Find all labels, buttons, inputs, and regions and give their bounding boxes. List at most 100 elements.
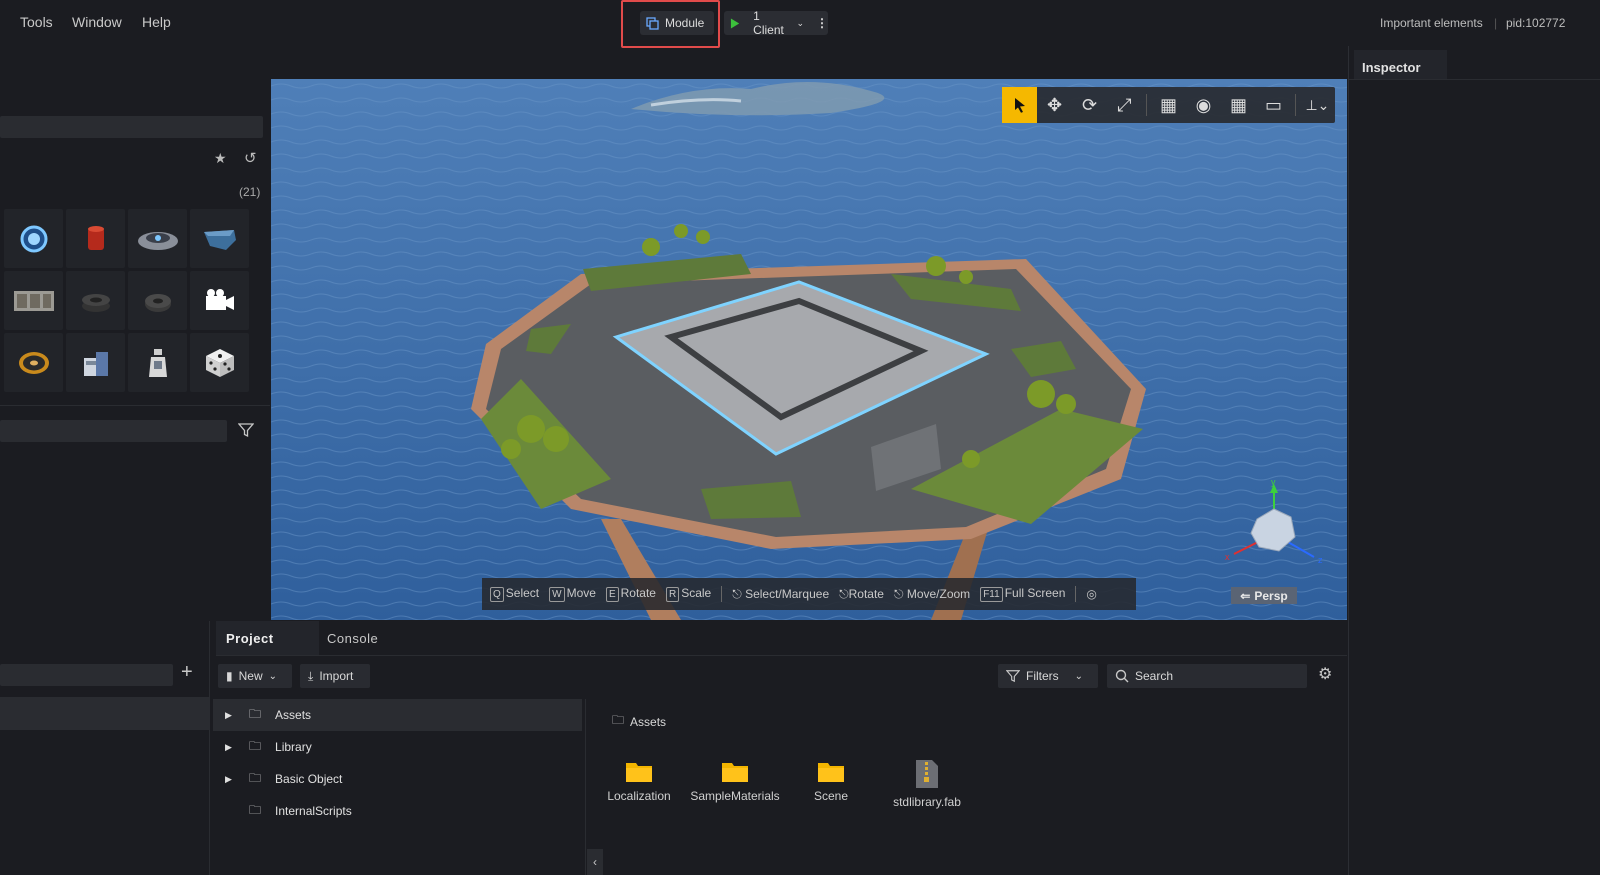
chevron-down-icon: ⌄: [1074, 670, 1084, 682]
tree-row-assets[interactable]: ▶ 🗀 Assets: [213, 699, 582, 731]
more-options-icon[interactable]: ⋮: [816, 16, 828, 30]
object-count: (21): [239, 185, 261, 199]
client-label: 1 Client: [753, 9, 784, 37]
menu-window[interactable]: Window: [72, 14, 122, 30]
menu-help[interactable]: Help: [142, 14, 171, 30]
shortcut-hint-bar: Q Select W Move E Rotate R Scale ⎋ Select/Ma…: [482, 578, 1136, 610]
object-tile[interactable]: [4, 333, 63, 392]
filter-icon: [1006, 670, 1020, 683]
tree-row-internal-scripts[interactable]: 🗀 InternalScripts: [213, 795, 582, 827]
hint-divider: [721, 586, 723, 602]
pid-label: pid:102772: [1506, 16, 1566, 30]
object-tile[interactable]: [4, 209, 63, 268]
expand-arrow-icon[interactable]: ▶: [225, 774, 243, 785]
play-icon: [730, 17, 740, 29]
camera-view-icon[interactable]: ▭: [1256, 87, 1291, 123]
snap-tool-icon[interactable]: ▦: [1151, 87, 1186, 123]
hint-move: W Move: [549, 586, 596, 602]
object-tile[interactable]: [128, 271, 187, 330]
orientation-gizmo[interactable]: y x z: [1219, 479, 1329, 584]
tree-row-library[interactable]: ▶ 🗀 Library: [213, 731, 582, 763]
left-panel: ★ ↺ (21): [0, 46, 270, 620]
file-item-samplematerials[interactable]: SampleMaterials: [690, 759, 780, 809]
selected-row[interactable]: [0, 697, 210, 730]
bottom-panel: + Project Console ▮ New ⌄ ⤓ Import Filte…: [0, 621, 1347, 875]
inspector-panel: Inspector: [1348, 46, 1600, 875]
hierarchy-search-field[interactable]: [0, 420, 227, 442]
object-tile[interactable]: [190, 271, 249, 330]
object-tile[interactable]: [4, 271, 63, 330]
file-grid: Localization SampleMaterials Scene stdli…: [594, 759, 972, 809]
expand-arrow-icon[interactable]: ▶: [225, 710, 243, 721]
scale-tool-icon[interactable]: ⤢: [1107, 87, 1142, 123]
file-item-stdlibrary[interactable]: stdlibrary.fab: [882, 759, 972, 809]
axis-z-label: z: [1318, 555, 1323, 565]
tree-row-basic-object[interactable]: ▶ 🗀 Basic Object: [213, 763, 582, 795]
breadcrumb: 🗀 Assets: [612, 711, 666, 732]
folder-icon: [818, 763, 844, 782]
object-search-field[interactable]: [0, 116, 263, 138]
object-tile[interactable]: [66, 209, 125, 268]
module-button[interactable]: Module: [640, 11, 714, 35]
tab-console[interactable]: Console: [317, 621, 388, 655]
filter-icon[interactable]: [238, 422, 254, 438]
object-tile[interactable]: [66, 271, 125, 330]
file-item-scene[interactable]: Scene: [786, 759, 876, 809]
history-icon[interactable]: ↺: [244, 149, 257, 167]
divider: [585, 699, 586, 875]
move-tool-icon[interactable]: ✥: [1037, 87, 1072, 123]
folder-star-icon[interactable]: ★: [214, 150, 227, 167]
mouse-icon: ⎋: [893, 586, 904, 601]
file-item-localization[interactable]: Localization: [594, 759, 684, 809]
axis-y-label: y: [1271, 479, 1276, 487]
persp-label: Persp: [1254, 588, 1288, 603]
module-icon: [646, 16, 659, 30]
object-tile[interactable]: [128, 333, 187, 392]
hint-fullscreen: F11 Full Screen: [980, 586, 1065, 602]
hierarchy-filter-field[interactable]: [0, 664, 173, 686]
expand-arrow-icon[interactable]: ▶: [225, 742, 243, 753]
top-menu-bar: Tools Window Help Module 1 Client ⌄ ⋮ Im…: [0, 0, 1600, 48]
grid-tool-icon[interactable]: ▦: [1221, 87, 1256, 123]
axis-x-label: x: [1225, 552, 1230, 562]
folder-icon: 🗀: [249, 706, 262, 721]
hint-select-marquee: ⎋ Select/Marquee: [732, 586, 830, 601]
hint-move-zoom: ⎋ Move/Zoom: [893, 586, 971, 601]
hint-settings-icon[interactable]: ◎: [1086, 587, 1096, 601]
tab-project[interactable]: Project: [216, 621, 319, 655]
persp-icon: ⇐: [1240, 588, 1251, 603]
perspective-toggle[interactable]: ⇐ Persp: [1231, 587, 1297, 604]
globe-tool-icon[interactable]: ◉: [1186, 87, 1221, 123]
tab-inspector[interactable]: Inspector: [1354, 50, 1447, 80]
import-button[interactable]: ⤓ Import: [300, 664, 370, 688]
hint-mouse-rotate: ⎋Rotate: [839, 586, 884, 601]
object-tile[interactable]: [190, 333, 249, 392]
menu-tools[interactable]: Tools: [20, 14, 53, 30]
mouse-icon: ⎋: [732, 586, 742, 601]
folder-icon: 🗀: [249, 770, 262, 785]
select-tool-icon[interactable]: [1002, 87, 1037, 123]
settings-gear-icon[interactable]: ⚙: [1318, 664, 1332, 684]
chevron-down-icon[interactable]: ⌄: [796, 18, 804, 29]
important-elements-link[interactable]: Important elements: [1380, 16, 1483, 30]
object-grid: [4, 209, 249, 392]
asset-search-input[interactable]: Search: [1107, 664, 1307, 688]
divider: [216, 655, 1347, 656]
object-tile[interactable]: [128, 209, 187, 268]
divider: [1349, 79, 1600, 80]
axis-gizmo-icon[interactable]: ⊥⌄: [1300, 87, 1335, 123]
scene-viewport[interactable]: ✥ ⟳ ⤢ ▦ ◉ ▦ ▭ ⊥⌄ y x z ⇐ Persp Q Select W…: [271, 79, 1347, 620]
add-icon[interactable]: +: [181, 661, 193, 684]
module-label: Module: [665, 16, 705, 30]
client-play-button[interactable]: 1 Client ⌄ ⋮: [724, 9, 828, 37]
rotate-tool-icon[interactable]: ⟳: [1072, 87, 1107, 123]
filters-dropdown[interactable]: Filters ⌄: [998, 664, 1098, 688]
scene-render: [271, 79, 1347, 620]
object-tile[interactable]: [190, 209, 249, 268]
new-button[interactable]: ▮ New ⌄: [218, 664, 292, 688]
object-tile[interactable]: [66, 333, 125, 392]
collapse-panel-icon[interactable]: ‹: [587, 849, 603, 875]
toolbar-divider: [1294, 94, 1296, 116]
hint-select: Q Select: [490, 586, 539, 602]
folder-icon: 🗀: [249, 738, 262, 753]
